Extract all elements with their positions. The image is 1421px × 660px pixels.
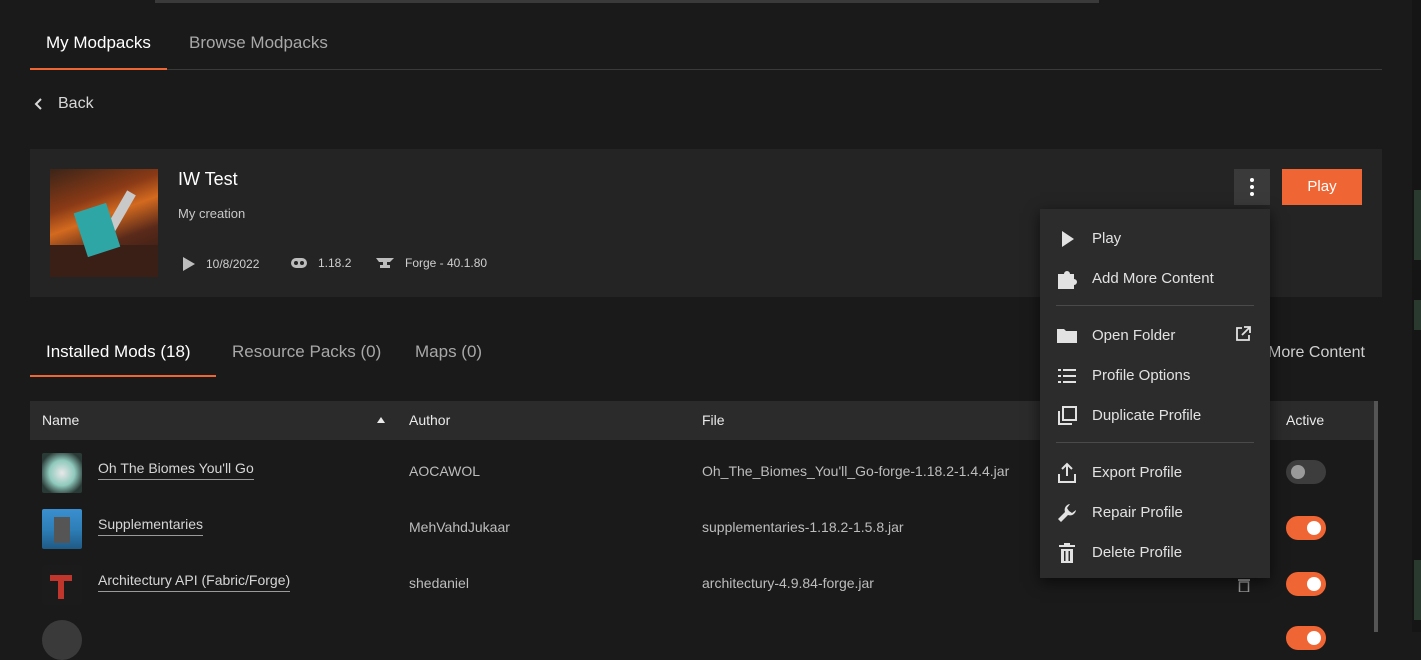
active-toggle[interactable] [1286, 572, 1326, 596]
mod-icon [42, 453, 82, 493]
profile-loader-text: Forge - 40.1.80 [405, 256, 488, 270]
top-tabs: My Modpacks Browse Modpacks [30, 26, 1382, 70]
mod-name-link[interactable]: Supplementaries [98, 516, 204, 536]
mod-author: MehVahdJukaar [409, 519, 510, 535]
profile-options-menu: Play Add More Content Open Folder Profil… [1040, 209, 1270, 578]
mod-author: AOCAWOL [409, 463, 481, 479]
mod-file: architectury-4.9.84-forge.jar [702, 575, 874, 591]
tab-my-modpacks[interactable]: My Modpacks [30, 26, 167, 70]
profile-subtitle: My creation [178, 206, 246, 221]
column-active[interactable]: Active [1286, 401, 1324, 440]
mod-file: supplementaries-1.18.2-1.5.8.jar [702, 519, 904, 535]
menu-item-label: Profile Options [1092, 366, 1191, 384]
menu-item-label: Repair Profile [1092, 503, 1183, 521]
menu-item-repair-profile[interactable]: Repair Profile [1040, 492, 1270, 532]
profile-thumbnail [50, 169, 158, 277]
mod-icon [42, 509, 82, 549]
menu-item-label: Play [1092, 229, 1122, 247]
menu-item-label: Add More Content [1092, 269, 1214, 287]
back-button[interactable]: Back [34, 92, 94, 116]
mod-name-link[interactable]: Oh The Biomes You'll Go [98, 460, 254, 480]
back-label: Back [58, 95, 94, 112]
column-author[interactable]: Author [409, 401, 450, 440]
chevron-left-icon [34, 98, 42, 110]
tab-resource-packs[interactable]: Resource Packs (0) [216, 333, 397, 375]
column-name[interactable]: Name [42, 401, 79, 440]
gamepad-icon [291, 258, 307, 268]
menu-item-label: Open Folder [1092, 326, 1176, 344]
mod-icon [42, 565, 82, 605]
mod-author: shedaniel [409, 575, 469, 591]
kebab-icon [1250, 178, 1254, 196]
add-more-content-link[interactable]: More Content [1268, 344, 1365, 362]
mod-name-link[interactable]: Architectury API (Fabric/Forge) [98, 572, 291, 592]
column-file[interactable]: File [702, 401, 725, 440]
folder-icon [1057, 329, 1077, 343]
table-scrollbar[interactable] [1374, 401, 1378, 632]
duplicate-icon [1058, 406, 1077, 425]
menu-item-export-profile[interactable]: Export Profile [1040, 452, 1270, 492]
active-toggle[interactable] [1286, 626, 1326, 650]
export-icon [1058, 462, 1076, 483]
profile-loader: Forge - 40.1.80 [375, 256, 487, 270]
tab-installed-mods[interactable]: Installed Mods (18) [30, 333, 216, 377]
menu-item-profile-options[interactable]: Profile Options [1040, 355, 1270, 395]
active-toggle[interactable] [1286, 460, 1326, 484]
menu-item-add-more-content[interactable]: Add More Content [1040, 258, 1270, 298]
menu-item-delete-profile[interactable]: Delete Profile [1040, 532, 1270, 572]
trash-icon [1059, 543, 1075, 563]
tab-maps[interactable]: Maps (0) [399, 333, 498, 375]
external-link-icon [1236, 326, 1251, 341]
profile-name: IW Test [178, 169, 238, 189]
profile-version-text: 1.18.2 [318, 256, 352, 270]
top-bar [155, 0, 1099, 3]
more-options-button[interactable] [1234, 169, 1270, 205]
tab-browse-modpacks[interactable]: Browse Modpacks [173, 26, 344, 68]
trash-icon[interactable] [1238, 578, 1250, 592]
profile-date-text: 10/8/2022 [206, 257, 260, 271]
wrench-icon [1058, 504, 1076, 522]
menu-item-play[interactable]: Play [1040, 218, 1270, 258]
anvil-icon [376, 258, 394, 268]
active-toggle[interactable] [1286, 516, 1326, 540]
menu-item-label: Export Profile [1092, 463, 1183, 481]
play-button[interactable]: Play [1282, 169, 1362, 205]
mod-file: Oh_The_Biomes_You'll_Go-forge-1.18.2-1.4… [702, 463, 1010, 479]
menu-item-duplicate-profile[interactable]: Duplicate Profile [1040, 395, 1270, 435]
play-icon [1062, 231, 1074, 247]
profile-date: 10/8/2022 [182, 256, 259, 272]
mod-icon [42, 620, 82, 660]
menu-item-label: Duplicate Profile [1092, 406, 1202, 424]
menu-item-open-folder[interactable]: Open Folder [1040, 315, 1270, 355]
sort-ascending-icon[interactable] [377, 417, 385, 423]
table-row [30, 612, 1374, 660]
list-icon [1058, 369, 1076, 383]
puzzle-icon [1058, 271, 1077, 289]
window-edge [1412, 0, 1421, 632]
menu-item-label: Delete Profile [1092, 543, 1183, 561]
profile-version: 1.18.2 [290, 256, 351, 270]
play-icon [183, 257, 195, 271]
